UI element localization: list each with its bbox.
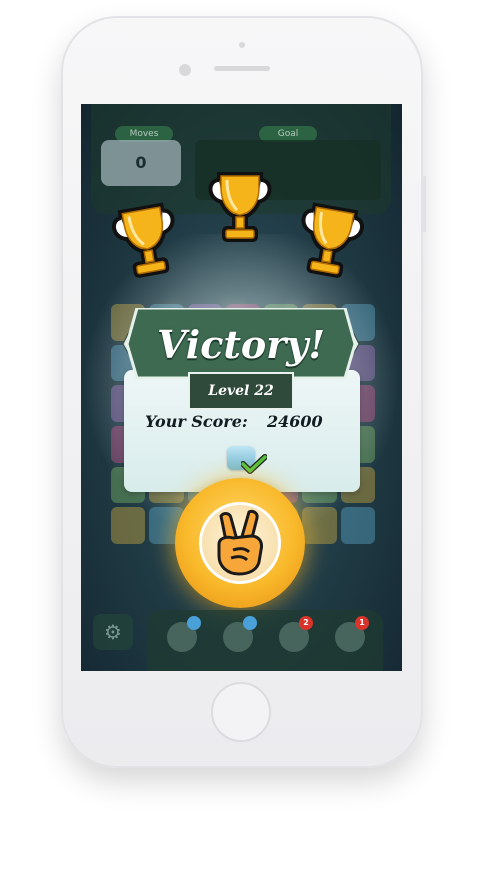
continue-button[interactable] (175, 478, 305, 608)
check-icon (241, 454, 267, 474)
booster-badge (187, 616, 201, 630)
trophy-icon (104, 191, 188, 288)
score-value: 24600 (267, 412, 323, 431)
front-camera (179, 64, 191, 76)
trophy-icon (288, 191, 372, 288)
gear-icon: ⚙ (104, 620, 122, 644)
victory-banner: Victory! (121, 308, 361, 380)
proximity-dot (239, 42, 245, 48)
score-label: Your Score: (145, 412, 248, 431)
side-button (423, 176, 426, 232)
game-screen: Moves 0 Goal Victory! Level 22 Your Scor… (81, 104, 402, 671)
earpiece-speaker (214, 66, 270, 71)
booster-badge (243, 616, 257, 630)
booster-badge: 1 (355, 616, 369, 630)
moves-counter: 0 (101, 140, 181, 186)
booster-badge: 2 (299, 616, 313, 630)
trophy-icon (205, 162, 275, 248)
home-button[interactable] (211, 682, 271, 742)
level-label: Level 22 (188, 372, 294, 410)
settings-button[interactable]: ⚙ (93, 614, 133, 650)
victory-title: Victory! (156, 322, 326, 367)
peace-hand-icon (217, 509, 263, 576)
